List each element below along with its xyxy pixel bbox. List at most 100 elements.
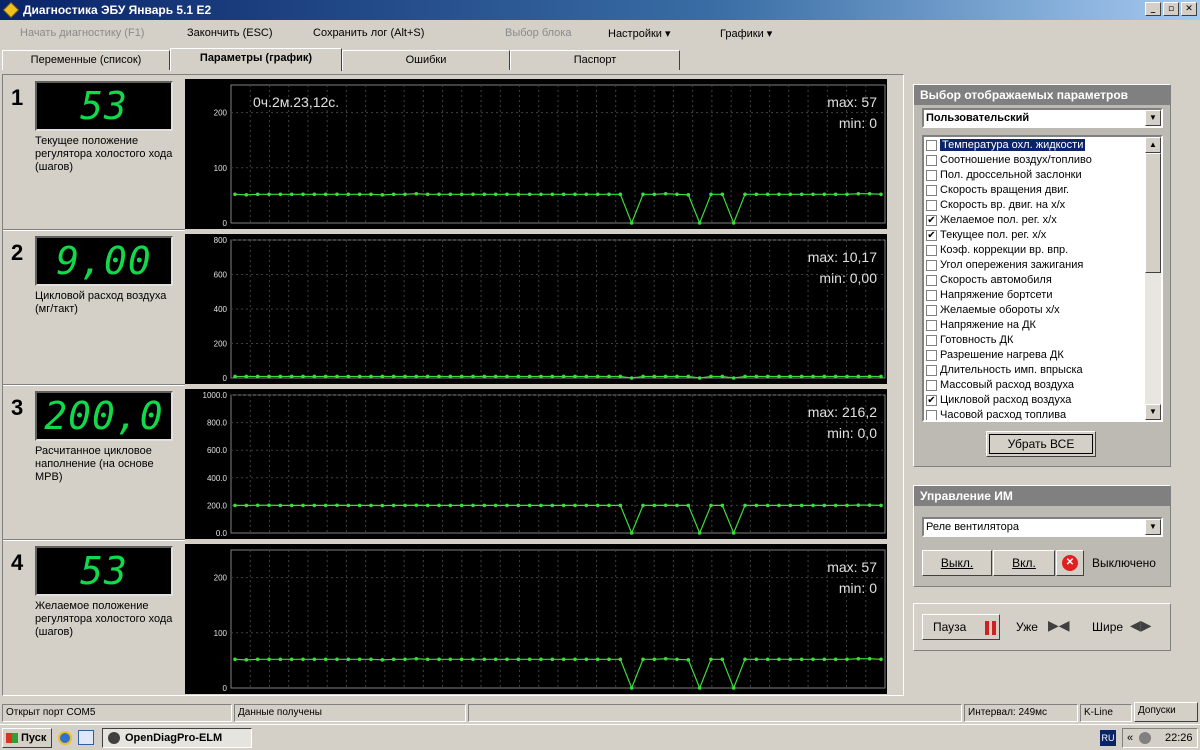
data-point [301,503,305,508]
start-diagnostics-button[interactable]: Начать диагностику (F1) [20,27,144,39]
scroll-down-button[interactable]: ▼ [1145,404,1161,420]
checkbox[interactable] [926,290,937,301]
data-point [686,658,691,662]
wider-icon[interactable]: ◀▶ [1130,617,1152,634]
tab-passport[interactable]: Паспорт [510,50,680,70]
select-block-button[interactable]: Выбор блока [505,27,571,39]
parameter-items: Температура охл. жидкости Соотношение воз… [924,138,1145,420]
off-button[interactable]: Выкл. [922,550,992,576]
task-label: OpenDiagPro-ELM [125,732,223,744]
volume-icon[interactable] [1139,732,1151,744]
data-point [833,192,838,197]
checkbox[interactable] [926,380,937,391]
wider-button[interactable]: Шире [1092,620,1123,634]
y-tick-label: 0.0 [216,529,228,538]
maximize-button[interactable]: ▫ [1163,2,1179,16]
parameter-list-item[interactable]: Разрешение нагрева ДК [924,348,1145,363]
language-indicator[interactable]: RU [1100,730,1116,746]
parameter-list-item[interactable]: ✔ Текущее пол. рег. х/х [924,228,1145,243]
line-chart: 0 100 200 max: 57 min: 0 [214,549,886,693]
checkbox[interactable] [926,140,937,151]
on-button[interactable]: Вкл. [993,550,1055,576]
parameter-item-label: Пол. дроссельной заслонки [940,169,1082,181]
checkbox[interactable] [926,350,937,361]
narrow-icon[interactable]: ▶◀ [1048,617,1070,634]
data-point [720,503,725,508]
settings-menu[interactable]: Настройки ▾ [608,27,671,40]
data-point [369,503,373,508]
minimize-button[interactable]: _ [1145,2,1161,16]
tolerances-button[interactable]: Допуски [1134,702,1198,722]
stop-button[interactable]: ✕ [1056,550,1084,576]
preset-dropdown[interactable]: Пользовательский ▼ [922,108,1163,128]
parameter-list-item[interactable]: Температура охл. жидкости [924,138,1145,153]
checkbox[interactable] [926,275,937,286]
data-point [505,374,509,379]
parameter-list-item[interactable]: Угол опережения зажигания [924,258,1145,273]
parameter-list-item[interactable]: Часовой расход топлива [924,408,1145,420]
data-point [278,374,283,379]
tab-errors[interactable]: Ошибки [342,50,510,70]
checkbox[interactable] [926,185,937,196]
data-point [459,374,464,379]
tab-variables[interactable]: Переменные (список) [2,50,170,70]
parameter-list-item[interactable]: Готовность ДК [924,333,1145,348]
checkbox[interactable] [926,200,937,211]
parameter-list-item[interactable]: ✔ Желаемое пол. рег. х/х [924,213,1145,228]
chevron-down-icon[interactable]: ▼ [1145,519,1161,535]
taskbar-item-opendiag[interactable]: OpenDiagPro-ELM [102,728,252,748]
close-button[interactable]: ✕ [1181,2,1197,16]
scroll-thumb[interactable] [1145,153,1161,273]
checkbox[interactable] [926,155,937,166]
data-point [709,374,713,379]
desktop-icon[interactable] [78,730,94,745]
parameter-list-item[interactable]: Длительность имп. впрыска [924,363,1145,378]
narrow-button[interactable]: Уже [1016,620,1038,634]
checkbox[interactable] [926,335,937,346]
remove-all-button[interactable]: Убрать ВСЕ [986,431,1096,457]
checkbox[interactable] [926,260,937,271]
data-point [369,657,373,662]
data-point [289,503,294,508]
checkbox[interactable] [926,305,937,316]
data-point [448,503,453,508]
parameter-list-item[interactable]: Скорость вращения двиг. [924,183,1145,198]
checkbox[interactable]: ✔ [926,395,937,406]
y-tick-label: 200.0 [207,501,228,510]
checkbox[interactable] [926,410,937,420]
parameter-list-item[interactable]: ✔ Цикловой расход воздуха [924,393,1145,408]
pause-button[interactable]: Пауза [922,614,1000,640]
checkbox[interactable] [926,245,937,256]
actuator-dropdown[interactable]: Реле вентилятора ▼ [922,517,1163,537]
list-scrollbar[interactable]: ▲ ▼ [1145,137,1161,420]
chevron-down-icon[interactable]: ▼ [1145,110,1161,126]
parameter-list-item[interactable]: Скорость автомобиля [924,273,1145,288]
start-button[interactable]: Пуск [2,728,52,748]
checkbox[interactable] [926,365,937,376]
parameter-list-item[interactable]: Массовый расход воздуха [924,378,1145,393]
parameter-list[interactable]: Температура охл. жидкости Соотношение воз… [922,135,1163,422]
parameter-list-item[interactable]: Скорость вр. двиг. на х/х [924,198,1145,213]
checkbox[interactable]: ✔ [926,215,937,226]
charts-menu[interactable]: Графики ▾ [720,27,772,40]
plot-area: 0 100 200 0ч.2м.23,12с. max: 57 min: 0 [185,79,887,229]
parameter-list-item[interactable]: Напряжение на ДК [924,318,1145,333]
save-log-button[interactable]: Сохранить лог (Alt+S) [313,27,424,39]
tab-parameters-chart[interactable]: Параметры (график) [170,48,342,71]
data-point [879,374,883,379]
checkbox[interactable]: ✔ [926,230,937,241]
checkbox[interactable] [926,320,937,331]
parameter-list-item[interactable]: Коэф. коррекции вр. впр. [924,243,1145,258]
parameter-list-item[interactable]: Желаемые обороты х/х [924,303,1145,318]
scroll-up-button[interactable]: ▲ [1145,137,1161,153]
finish-button[interactable]: Закончить (ESC) [187,27,273,39]
checkbox[interactable] [926,170,937,181]
row-number: 1 [11,85,24,110]
parameter-list-item[interactable]: Напряжение бортсети [924,288,1145,303]
parameter-list-item[interactable]: Пол. дроссельной заслонки [924,168,1145,183]
data-point [765,657,770,662]
data-point [720,374,725,379]
tray-expand-icon[interactable]: « [1127,729,1133,747]
parameter-list-item[interactable]: Соотношение воздух/топливо [924,153,1145,168]
ie-icon[interactable] [58,731,72,745]
